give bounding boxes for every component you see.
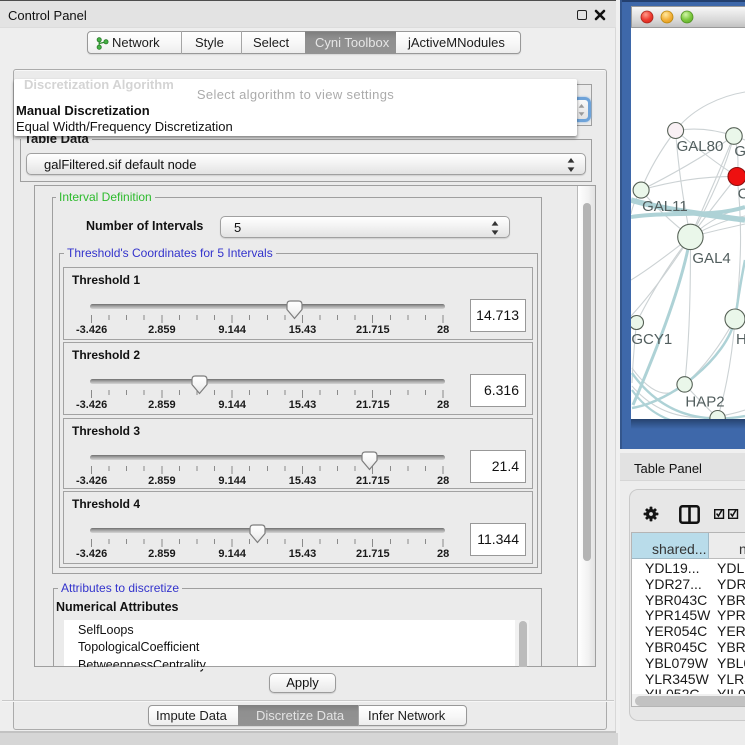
svg-text:GCY1: GCY1 <box>631 331 672 348</box>
svg-text:GAL11: GAL11 <box>642 198 688 215</box>
svg-text:HIS4: HIS4 <box>736 331 745 348</box>
svg-text:GAL4: GAL4 <box>692 250 730 267</box>
svg-text:HAP2: HAP2 <box>685 394 724 411</box>
svg-text:GAL4: GAL4 <box>734 143 745 160</box>
svg-text:GAL80: GAL80 <box>677 138 724 155</box>
svg-text:CY: CY <box>738 186 745 203</box>
